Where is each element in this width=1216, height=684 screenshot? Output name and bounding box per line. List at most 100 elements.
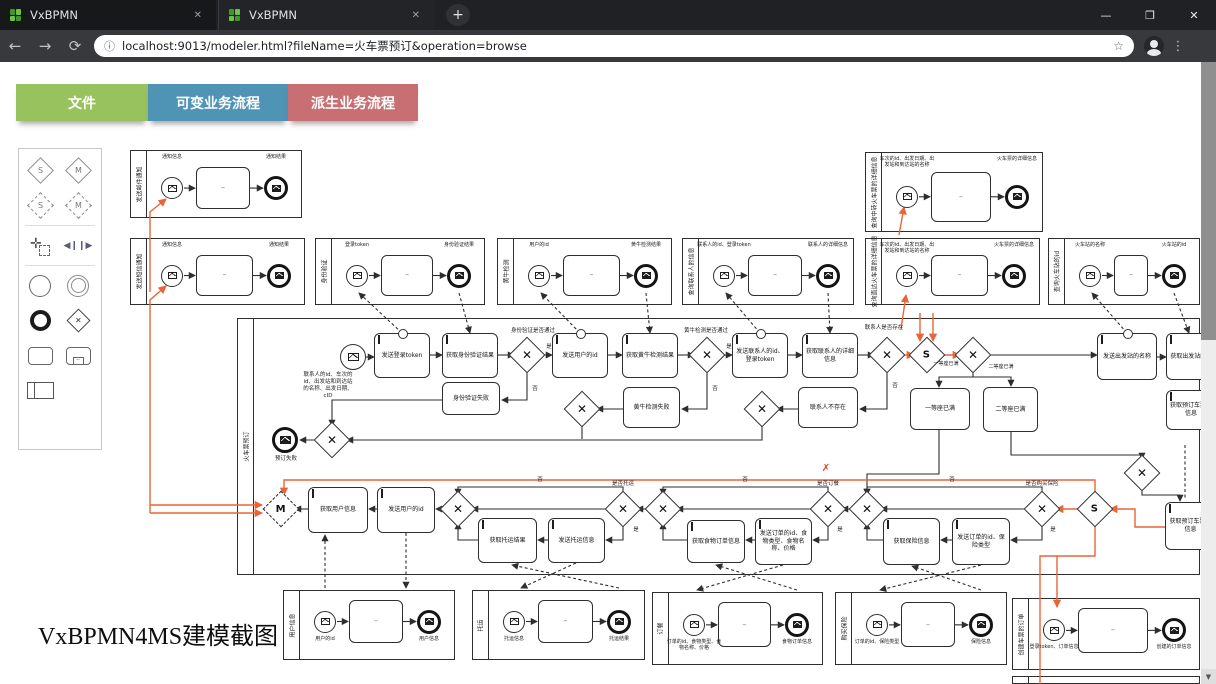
palette-gateway-multi-dashed-icon[interactable]: M [59,188,97,223]
diagram-label: 登录token [329,242,385,248]
end-event[interactable] [607,610,631,634]
start-event[interactable] [713,265,735,287]
collapsed-task[interactable]: – [563,255,620,297]
task[interactable]: 发送订单的id、食物类型、食物名称、价格 [755,518,812,565]
task[interactable]: 二等座已满 [983,387,1038,432]
end-event[interactable] [264,176,288,200]
task[interactable]: 发送用户的id [377,487,435,533]
end-event[interactable] [417,610,441,634]
scrollbar-thumb[interactable] [1201,62,1216,340]
end-event[interactable] [272,427,298,453]
palette-intermediate-event-icon[interactable] [59,268,97,303]
task[interactable]: 一等座已满 [910,388,970,430]
collapsed-task[interactable]: – [931,172,991,222]
end-event[interactable] [816,264,840,288]
task[interactable]: 发送托运信息 [548,518,605,563]
end-event[interactable] [969,613,993,637]
task[interactable]: 身份验证失败 [442,382,500,415]
task[interactable]: 联系人不存在 [798,387,858,428]
end-event[interactable] [447,264,471,288]
window-minimize-button[interactable]: — [1084,0,1128,30]
task[interactable]: 发送联系人的id、登录token [732,333,788,378]
end-event[interactable] [785,613,809,637]
start-event[interactable] [528,265,550,287]
tab-close-icon[interactable]: ✕ [408,8,424,23]
task[interactable]: 获取用户信息 [308,487,368,533]
collapsed-task[interactable]: – [1078,608,1148,653]
task[interactable]: 发送出发站的名称 [1097,333,1157,380]
collapsed-task[interactable]: – [931,255,988,297]
browser-menu-icon[interactable]: ⋮ [1164,39,1192,54]
collapsed-task[interactable]: – [748,255,802,297]
back-icon[interactable]: ← [0,37,30,55]
palette-gateway-multi-icon[interactable]: M [59,153,97,188]
collapsed-task[interactable]: – [901,602,955,647]
collapsed-task[interactable]: – [381,255,433,297]
window-restore-button[interactable]: ❐ [1128,0,1172,30]
bookmark-star-icon[interactable]: ☆ [1113,39,1124,53]
palette-exclusive-gateway-icon[interactable]: ✕ [59,303,97,338]
palette-gateway-single-icon[interactable]: S [21,153,59,188]
palette-end-event-icon[interactable] [21,303,59,338]
task[interactable]: 获取黄牛检测结果 [622,333,678,378]
address-bar[interactable]: ⓘ localhost:9013/modeler.html?fileName=火… [94,35,1134,57]
start-event[interactable] [683,614,705,636]
task[interactable]: 获取身份验证结果 [442,333,498,378]
task[interactable]: 发送登录token [374,333,430,378]
collapsed-task[interactable]: – [196,255,253,297]
vertical-scrollbar[interactable]: ▼ [1201,62,1216,684]
task[interactable]: 获取食物订单信息 [687,520,745,563]
menu-tab-variable-process[interactable]: 可变业务流程 [148,84,288,121]
diagram-label: 联系人是否存在 [865,325,904,332]
menu-tab-file[interactable]: 文件 [16,84,148,121]
palette-start-event-icon[interactable] [21,268,59,303]
forward-icon[interactable]: → [30,37,60,55]
end-event[interactable] [267,264,291,288]
start-event[interactable] [161,265,183,287]
task[interactable]: 获取保险信息 [883,518,940,565]
start-event[interactable] [346,265,368,287]
start-event[interactable] [503,611,525,633]
new-tab-button[interactable]: + [446,4,470,26]
reload-icon[interactable]: ⟳ [60,37,90,55]
task[interactable]: 发送用户的id [552,333,608,378]
diagram-label: 是否购买保险 [1025,481,1058,488]
end-event[interactable] [1162,264,1186,288]
palette-space-tool-icon[interactable]: ◀❙❙▶ [59,228,97,263]
tab-close-icon[interactable]: ✕ [190,8,206,23]
palette-lasso-tool-icon[interactable]: ✛ [21,228,59,263]
window-close-button[interactable]: ✕ [1172,0,1216,30]
start-event[interactable] [1079,265,1101,287]
end-event[interactable] [1005,185,1029,209]
palette-participant-pool-icon[interactable] [21,373,59,408]
palette-gateway-single-dashed-icon[interactable]: S [21,188,59,223]
end-event[interactable] [1002,264,1026,288]
task[interactable]: 获取托运结果 [478,518,537,563]
task[interactable]: 获取联系人的详细信息 [802,333,858,378]
collapsed-task[interactable]: – [196,167,250,209]
start-event[interactable] [340,344,366,370]
start-event[interactable] [866,614,888,636]
scroll-down-icon[interactable]: ▼ [1201,669,1216,684]
palette-subprocess-icon[interactable]: − [59,338,97,373]
collapsed-task[interactable]: – [538,600,593,643]
url-text[interactable]: localhost:9013/modeler.html?fileName=火车票… [122,38,1113,54]
start-event[interactable] [896,186,918,208]
palette-task-icon[interactable] [21,338,59,373]
menu-tab-derived-process[interactable]: 派生业务流程 [288,84,418,121]
profile-avatar[interactable] [1144,36,1164,56]
start-event[interactable] [314,611,336,633]
vxbpmn-favicon [229,9,241,21]
browser-tab-1[interactable]: VxBPMN ✕ [0,0,216,30]
browser-tab-2[interactable]: VxBPMN ✕ [218,0,434,30]
collapsed-task[interactable]: – [349,600,403,643]
collapsed-task[interactable]: – [1114,255,1148,297]
task[interactable]: 发送订单的id、保险类型 [952,518,1010,565]
end-event[interactable] [634,264,658,288]
start-event[interactable] [161,177,183,199]
task[interactable]: 黄牛检测失败 [623,387,680,428]
start-event[interactable] [896,265,918,287]
collapsed-task[interactable]: – [718,602,771,647]
message-receive-icon [353,272,362,279]
site-info-icon[interactable]: ⓘ [104,38,115,54]
